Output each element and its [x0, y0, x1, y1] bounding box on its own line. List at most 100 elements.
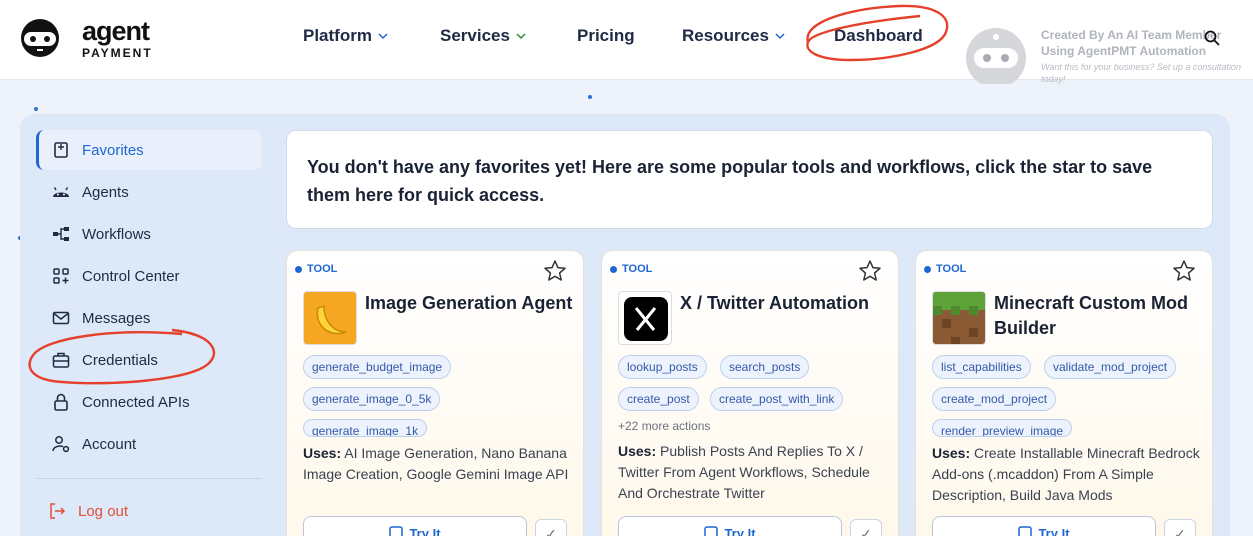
- badge-dot: [610, 265, 617, 273]
- action-tag[interactable]: list_capabilities: [932, 355, 1031, 379]
- try-it-button[interactable]: Try It: [303, 516, 527, 536]
- more-actions-link[interactable]: +22 more actions: [618, 419, 710, 433]
- sidebar-item-favorites[interactable]: Favorites: [36, 130, 262, 170]
- sidebar-item-agents[interactable]: Agents: [36, 172, 262, 212]
- action-tag[interactable]: generate_image_1k: [303, 419, 428, 437]
- uses-text: Publish Posts And Replies To X / Twitter…: [618, 443, 870, 501]
- user-gear-icon: [52, 436, 70, 453]
- badge-label: TOOL: [936, 263, 967, 275]
- brand-word-payment: PAYMENT: [82, 46, 153, 60]
- top-header: agent PAYMENT Platform Services Pricing …: [0, 0, 1253, 84]
- tool-badge: TOOL: [295, 263, 337, 275]
- grid-plus-icon: [53, 268, 69, 284]
- search-icon[interactable]: [1204, 30, 1220, 46]
- robot-logo-icon: [21, 19, 59, 57]
- logout-button[interactable]: Log out: [36, 491, 262, 531]
- uses-text: AI Image Generation, Nano Banana Image C…: [303, 445, 569, 482]
- uses-label: Uses:: [303, 445, 342, 461]
- try-it-button[interactable]: Try It: [618, 516, 842, 536]
- chevron-down-icon: [378, 33, 388, 40]
- annotation-circle: [28, 328, 215, 385]
- card-uses: Uses: AI Image Generation, Nano Banana I…: [303, 443, 573, 485]
- sidebar-item-label: Control Center: [82, 267, 180, 285]
- card-title: Minecraft Custom Mod Builder: [994, 293, 1189, 338]
- sidebar-item-connected-apis[interactable]: Connected APIs: [36, 382, 262, 422]
- sidebar-item-account[interactable]: Account: [36, 424, 262, 464]
- uses-label: Uses:: [618, 443, 657, 459]
- card-uses: Uses: Create Installable Minecraft Bedro…: [932, 443, 1202, 506]
- action-tag[interactable]: create_post: [618, 387, 699, 411]
- badge-dot: [295, 265, 302, 273]
- logout-icon: [50, 503, 66, 519]
- badge-label: TOOL: [622, 263, 653, 275]
- android-icon: [53, 187, 69, 197]
- try-icon: [1018, 526, 1033, 536]
- workflow-icon: [53, 227, 69, 241]
- sidebar-item-label: Agents: [82, 183, 129, 201]
- sidebar-item-control-center[interactable]: Control Center: [36, 256, 262, 296]
- sidebar-item-label: Workflows: [82, 225, 151, 243]
- nav-platform[interactable]: Platform: [303, 26, 388, 46]
- tool-badge: TOOL: [924, 263, 966, 275]
- nav-services[interactable]: Services: [440, 26, 526, 46]
- sidebar-item-label: Connected APIs: [82, 393, 190, 411]
- sidebar-divider: [36, 478, 262, 479]
- try-icon: [704, 526, 719, 536]
- favorites-empty-notice: You don't have any favorites yet! Here a…: [286, 130, 1213, 229]
- try-icon: [389, 526, 404, 536]
- robot-avatar-icon: [966, 28, 1026, 84]
- nav-platform-label: Platform: [303, 26, 372, 45]
- check-button[interactable]: ✓: [850, 519, 882, 536]
- action-tag[interactable]: create_post_with_link: [710, 387, 844, 411]
- promo-line3: Want this for your business? Set up a co…: [1041, 62, 1241, 84]
- try-it-label: Try It: [1038, 526, 1070, 536]
- promo-line2: Using AgentPMT Automation: [1041, 44, 1207, 58]
- check-button[interactable]: ✓: [535, 519, 567, 536]
- check-button[interactable]: ✓: [1164, 519, 1196, 536]
- bookmark-icon: [54, 142, 68, 158]
- sidebar-item-label: Favorites: [82, 141, 144, 159]
- nav-pricing-label: Pricing: [577, 26, 635, 45]
- star-icon[interactable]: [1172, 259, 1196, 283]
- star-icon[interactable]: [858, 259, 882, 283]
- chevron-down-icon: [516, 33, 526, 40]
- logout-label: Log out: [78, 502, 129, 520]
- banana-thumbnail-icon: [303, 291, 357, 345]
- try-it-label: Try It: [724, 526, 756, 536]
- tool-card-minecraft-mod[interactable]: TOOL Minecraft Custom Mod Builder list_c…: [915, 250, 1213, 536]
- nav-resources[interactable]: Resources: [682, 26, 785, 46]
- action-tag[interactable]: validate_mod_project: [1044, 355, 1177, 379]
- try-it-button[interactable]: Try It: [932, 516, 1156, 536]
- badge-dot: [924, 265, 931, 273]
- tool-card-image-generation[interactable]: TOOL Image Generation Agent generate_bud…: [286, 250, 584, 536]
- nav-pricing[interactable]: Pricing: [577, 26, 635, 46]
- nav-services-label: Services: [440, 26, 510, 45]
- star-icon[interactable]: [543, 259, 567, 283]
- uses-label: Uses:: [932, 445, 971, 461]
- uses-text: Create Installable Minecraft Bedrock Add…: [932, 445, 1200, 503]
- tool-badge: TOOL: [610, 263, 652, 275]
- nav-resources-label: Resources: [682, 26, 769, 45]
- card-title: X / Twitter Automation: [680, 293, 869, 313]
- sidebar-item-workflows[interactable]: Workflows: [36, 214, 262, 254]
- action-tag[interactable]: search_posts: [720, 355, 810, 379]
- badge-label: TOOL: [307, 263, 338, 275]
- x-logo-icon: [618, 291, 672, 345]
- action-tag[interactable]: lookup_posts: [618, 355, 707, 379]
- lock-icon: [54, 393, 68, 411]
- action-tag[interactable]: generate_budget_image: [303, 355, 452, 379]
- action-tag[interactable]: render_preview_image: [932, 419, 1073, 437]
- sidebar-item-label: Account: [82, 435, 137, 453]
- promo-line1: Created By An AI Team Member: [1041, 28, 1222, 42]
- brand-logo[interactable]: agent PAYMENT: [20, 16, 160, 62]
- card-title: Image Generation Agent: [365, 293, 573, 313]
- tool-card-x-twitter[interactable]: TOOL X / Twitter Automation lookup_posts…: [601, 250, 899, 536]
- decor-dot: [34, 107, 38, 111]
- action-tag[interactable]: generate_image_0_5k: [303, 387, 441, 411]
- annotation-circle: [806, 4, 949, 62]
- action-tag[interactable]: create_mod_project: [932, 387, 1057, 411]
- minecraft-block-icon: [932, 291, 986, 345]
- decor-dot: [588, 95, 592, 99]
- chevron-down-icon: [775, 33, 785, 40]
- try-it-label: Try It: [409, 526, 441, 536]
